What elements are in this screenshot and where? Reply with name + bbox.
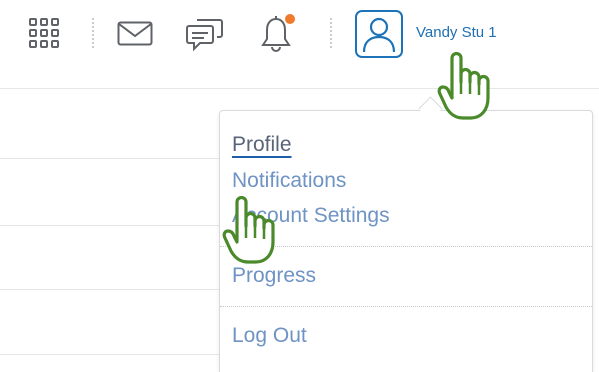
notification-badge [285, 14, 295, 24]
top-navbar: Vandy Stu 1 [0, 0, 599, 80]
user-avatar-button[interactable] [355, 10, 403, 58]
hand-pointer-icon [222, 196, 275, 264]
mail-icon[interactable] [117, 21, 153, 52]
separator [330, 18, 332, 48]
apps-grid-icon[interactable] [28, 17, 60, 54]
content-divider [0, 289, 219, 290]
hand-pointer-icon [437, 52, 490, 120]
content-divider [0, 158, 219, 159]
user-name-link[interactable]: Vandy Stu 1 [416, 24, 497, 41]
menu-item-profile[interactable]: Profile [232, 133, 292, 157]
menu-divider [220, 306, 592, 307]
chat-icon[interactable] [186, 15, 224, 58]
menu-item-progress[interactable]: Progress [232, 264, 316, 288]
menu-item-log-out[interactable]: Log Out [232, 324, 307, 348]
user-avatar-icon [362, 17, 396, 53]
content-divider [0, 225, 219, 226]
menu-item-notifications[interactable]: Notifications [232, 169, 346, 193]
separator [92, 18, 94, 48]
content-divider [0, 354, 219, 355]
content-divider [0, 88, 599, 89]
